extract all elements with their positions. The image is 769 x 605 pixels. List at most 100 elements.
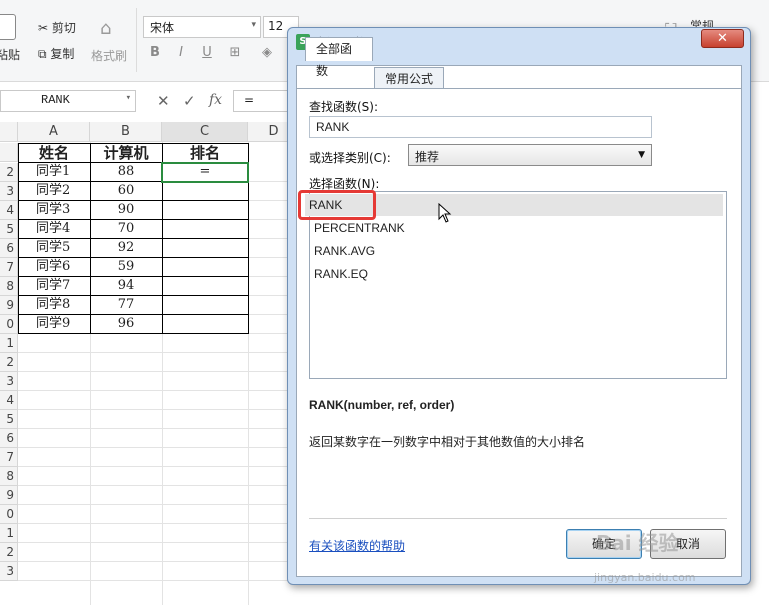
- grid-line: [18, 371, 300, 372]
- category-label: 或选择类别(C):: [309, 151, 391, 165]
- row-header[interactable]: 3: [0, 562, 18, 581]
- table-cell-name[interactable]: 同学7: [18, 277, 90, 296]
- chevron-down-icon: ▾: [251, 20, 256, 30]
- close-button[interactable]: ✕: [701, 29, 744, 48]
- underline-button[interactable]: U: [198, 44, 216, 62]
- table-cell-name[interactable]: 同学5: [18, 239, 90, 258]
- search-label: 查找函数(S):: [309, 100, 379, 114]
- tab-common-formulas[interactable]: 常用公式: [374, 67, 444, 89]
- fx-icon[interactable]: fx: [209, 92, 222, 108]
- formula-input[interactable]: =: [233, 90, 293, 112]
- row-header[interactable]: 6: [0, 239, 18, 258]
- table-cell-score[interactable]: 70: [90, 220, 162, 239]
- format-painter-icon: ⌂: [100, 18, 112, 39]
- table-cell-score[interactable]: 96: [90, 315, 162, 334]
- confirm-formula-icon[interactable]: ✓: [183, 92, 196, 110]
- table-cell-score[interactable]: 92: [90, 239, 162, 258]
- row-header[interactable]: 0: [0, 315, 18, 334]
- row-header[interactable]: 8: [0, 277, 18, 296]
- row-header[interactable]: 2: [0, 543, 18, 562]
- fill-color-button[interactable]: ◈: [258, 44, 276, 62]
- table-cell-rank[interactable]: [162, 296, 248, 315]
- copy-label: 复制: [50, 47, 75, 61]
- row-header[interactable]: 1: [0, 524, 18, 543]
- function-item-rank-avg[interactable]: RANK.AVG: [310, 240, 722, 262]
- row-header[interactable]: 7: [0, 258, 18, 277]
- row-header[interactable]: 4: [0, 201, 18, 220]
- table-cell-score[interactable]: 77: [90, 296, 162, 315]
- cancel-formula-icon[interactable]: ✕: [157, 92, 170, 110]
- row-header[interactable]: 4: [0, 391, 18, 410]
- table-cell-score[interactable]: 94: [90, 277, 162, 296]
- highlight-annotation: [298, 190, 376, 220]
- table-cell-rank[interactable]: [162, 182, 248, 201]
- row-header[interactable]: 5: [0, 410, 18, 429]
- chevron-down-icon[interactable]: ▾: [126, 93, 131, 103]
- row-header[interactable]: 2: [0, 163, 18, 182]
- bold-button[interactable]: B: [146, 44, 164, 62]
- italic-button[interactable]: I: [172, 44, 190, 62]
- table-cell-rank[interactable]: [162, 277, 248, 296]
- table-cell-score[interactable]: 59: [90, 258, 162, 277]
- grid-line: [18, 466, 300, 467]
- active-cell-c2[interactable]: [161, 162, 249, 183]
- row-header[interactable]: 3: [0, 182, 18, 201]
- table-cell-rank[interactable]: [162, 239, 248, 258]
- table-cell-name[interactable]: 同学9: [18, 315, 90, 334]
- select-all-corner[interactable]: [0, 122, 18, 142]
- grid-line: [18, 561, 300, 562]
- table-cell-rank[interactable]: [162, 201, 248, 220]
- grid-line: [18, 504, 300, 505]
- row-header[interactable]: 1: [0, 334, 18, 353]
- format-painter-button[interactable]: 格式刷: [91, 47, 127, 64]
- table-cell-name[interactable]: 同学8: [18, 296, 90, 315]
- row-header[interactable]: 7: [0, 448, 18, 467]
- copy-button[interactable]: ⧉ 复制: [38, 45, 74, 62]
- row-header[interactable]: 9: [0, 296, 18, 315]
- table-cell-rank[interactable]: [162, 258, 248, 277]
- table-cell-name[interactable]: 同学1: [18, 163, 90, 182]
- name-box[interactable]: RANK ▾: [0, 90, 136, 112]
- grid-line: [18, 409, 300, 410]
- cut-button[interactable]: ✂ 剪切: [38, 19, 76, 36]
- row-header[interactable]: 0: [0, 505, 18, 524]
- row-header[interactable]: 8: [0, 467, 18, 486]
- table-cell-name[interactable]: 同学2: [18, 182, 90, 201]
- row-header[interactable]: 2: [0, 353, 18, 372]
- function-signature: RANK(number, ref, order): [309, 398, 455, 412]
- table-cell-rank[interactable]: [162, 220, 248, 239]
- font-name-select[interactable]: 宋体 ▾: [143, 16, 261, 38]
- copy-icon: ⧉: [38, 47, 47, 61]
- row-header[interactable]: 3: [0, 372, 18, 391]
- column-header-c[interactable]: C: [162, 122, 248, 142]
- paste-button[interactable]: 粘贴: [0, 46, 20, 63]
- column-header-b[interactable]: B: [90, 122, 162, 142]
- table-cell-name[interactable]: 同学3: [18, 201, 90, 220]
- header-cell-score[interactable]: 计算机: [90, 144, 162, 163]
- table-cell-score[interactable]: 90: [90, 201, 162, 220]
- row-header[interactable]: 9: [0, 486, 18, 505]
- table-cell-name[interactable]: 同学6: [18, 258, 90, 277]
- header-cell-rank[interactable]: 排名: [162, 144, 248, 163]
- table-cell-name[interactable]: 同学4: [18, 220, 90, 239]
- ribbon-divider: [136, 8, 137, 72]
- category-select[interactable]: 推荐 ▼: [408, 144, 652, 166]
- column-header-a[interactable]: A: [18, 122, 90, 142]
- header-cell-name[interactable]: 姓名: [18, 144, 90, 163]
- function-help-link[interactable]: 有关该函数的帮助: [309, 537, 405, 554]
- row-header[interactable]: 5: [0, 220, 18, 239]
- search-input[interactable]: RANK: [309, 116, 652, 138]
- row-header[interactable]: [0, 143, 18, 162]
- paste-icon[interactable]: [0, 14, 16, 40]
- function-description: 返回某数字在一列数字中相对于其他数值的大小排名: [309, 435, 586, 449]
- border-button[interactable]: ⊞: [226, 44, 244, 62]
- table-cell-score[interactable]: 88: [90, 163, 162, 182]
- row-header[interactable]: 6: [0, 429, 18, 448]
- table-cell-score[interactable]: 60: [90, 182, 162, 201]
- function-item-rank-eq[interactable]: RANK.EQ: [310, 263, 722, 285]
- grid-line: [18, 485, 300, 486]
- function-item-percentrank[interactable]: PERCENTRANK: [310, 217, 722, 239]
- tab-strip-divider: [296, 88, 742, 89]
- table-cell-rank[interactable]: [162, 315, 248, 334]
- tab-all-functions[interactable]: 全部函数: [305, 37, 373, 78]
